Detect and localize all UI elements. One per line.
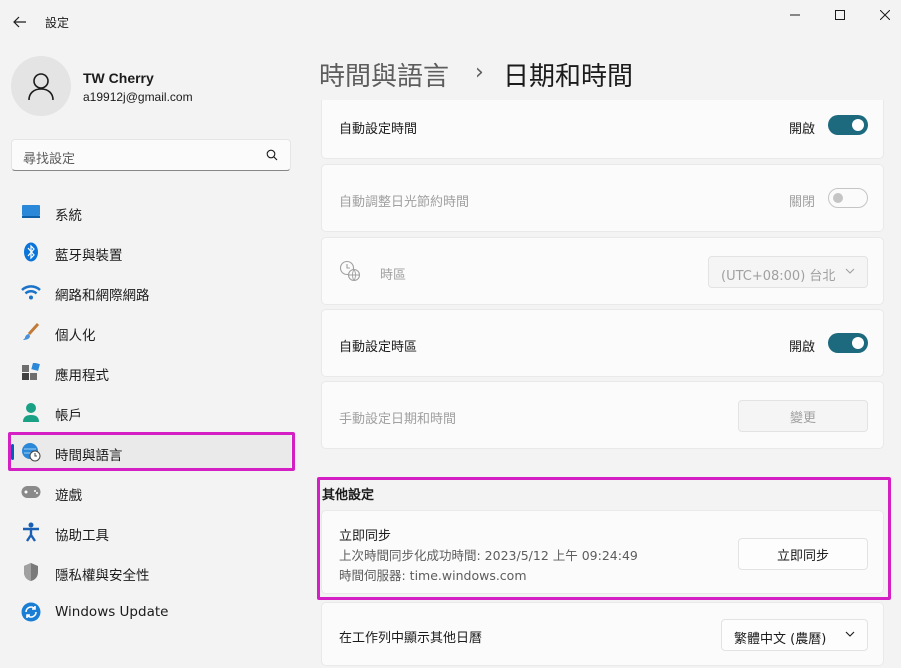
setting-label: 自動設定時區 — [339, 340, 418, 355]
nav-highlight-box — [8, 432, 295, 471]
sidebar-item-label: 網路和網際網路 — [55, 288, 150, 304]
sidebar-item-privacy[interactable]: 隱私權與安全性 — [11, 554, 291, 590]
minimize-icon — [790, 14, 800, 16]
search-box[interactable]: 尋找設定 — [11, 139, 291, 171]
sidebar-item-label: 個人化 — [55, 328, 96, 344]
close-button[interactable] — [862, 0, 901, 30]
chevron-down-icon — [845, 268, 855, 274]
apps-icon — [21, 362, 41, 382]
maximize-icon — [835, 10, 845, 20]
toggle-state: 關閉 — [789, 195, 816, 210]
breadcrumb-separator: › — [475, 60, 484, 85]
user-name: TW Cherry — [83, 70, 154, 86]
close-icon — [880, 10, 890, 20]
toggle-state: 開啟 — [789, 340, 816, 355]
sidebar-item-bluetooth[interactable]: 藍牙與裝置 — [11, 234, 291, 270]
user-email: a19912j@gmail.com — [83, 90, 193, 104]
maximize-button[interactable] — [817, 0, 863, 30]
sidebar-item-windows-update[interactable]: Windows Update — [11, 594, 291, 630]
auto-timezone-toggle[interactable] — [828, 333, 868, 353]
sidebar-item-apps[interactable]: 應用程式 — [11, 354, 291, 390]
setting-label: 時區 — [380, 268, 407, 283]
timezone-globe-icon — [339, 260, 361, 282]
dropdown-value: (UTC+08:00) 台北 — [721, 269, 836, 284]
sidebar-item-label: 隱私權與安全性 — [55, 568, 150, 584]
person-icon — [28, 73, 54, 101]
setting-label: 在工作列中顯示其他日曆 — [339, 631, 483, 646]
gamepad-icon — [21, 482, 41, 502]
breadcrumb-parent[interactable]: 時間與語言 — [319, 56, 449, 93]
dst-toggle[interactable] — [828, 188, 868, 208]
shield-icon — [21, 562, 41, 582]
arrow-left-icon — [13, 16, 26, 28]
setting-label: 手動設定日期和時間 — [339, 412, 457, 427]
back-button[interactable] — [8, 8, 32, 36]
sidebar-item-label: 帳戶 — [55, 408, 82, 424]
calendar-dropdown[interactable]: 繁體中文 (農曆) — [721, 619, 868, 651]
sidebar-item-label: 遊戲 — [55, 488, 82, 504]
setting-auto-timezone: 自動設定時區 開啟 — [321, 309, 884, 377]
sidebar-item-label: 系統 — [55, 208, 82, 224]
chevron-down-icon — [845, 631, 855, 637]
sidebar-item-accessibility[interactable]: 協助工具 — [11, 514, 291, 550]
search-icon — [266, 149, 278, 161]
sidebar-item-accounts[interactable]: 帳戶 — [11, 394, 291, 430]
sidebar-item-network[interactable]: 網路和網際網路 — [11, 274, 291, 310]
accessibility-icon — [21, 522, 41, 542]
page-title: 日期和時間 — [503, 62, 634, 92]
app-title: 設定 — [45, 16, 70, 30]
dropdown-value: 繁體中文 (農曆) — [734, 632, 827, 647]
toggle-state: 開啟 — [789, 122, 816, 137]
sidebar-item-label: 應用程式 — [55, 368, 109, 384]
setting-label: 自動設定時間 — [339, 122, 418, 137]
monitor-icon — [21, 202, 41, 222]
title-bar: 設定 — [0, 0, 901, 44]
setting-label: 自動調整日光節約時間 — [339, 195, 470, 210]
setting-calendar: 在工作列中顯示其他日曆 繁體中文 (農曆) — [321, 602, 884, 666]
setting-timezone: 時區 (UTC+08:00) 台北 — [321, 237, 884, 305]
sidebar-item-label: 協助工具 — [55, 528, 109, 544]
bluetooth-icon — [21, 242, 41, 262]
wifi-icon — [21, 282, 41, 302]
setting-manual-datetime: 手動設定日期和時間 變更 — [321, 381, 884, 449]
brush-icon — [21, 322, 41, 342]
avatar[interactable] — [11, 56, 71, 116]
setting-auto-time: 自動設定時間 開啟 — [321, 100, 884, 159]
setting-dst: 自動調整日光節約時間 關閉 — [321, 164, 884, 232]
auto-time-toggle[interactable] — [828, 115, 868, 135]
timezone-dropdown[interactable]: (UTC+08:00) 台北 — [708, 256, 868, 288]
sidebar-item-personalization[interactable]: 個人化 — [11, 314, 291, 350]
minimize-button[interactable] — [772, 0, 818, 30]
sidebar-item-gaming[interactable]: 遊戲 — [11, 474, 291, 510]
sidebar-item-label: Windows Update — [55, 604, 169, 620]
person-icon — [21, 402, 41, 422]
change-button[interactable]: 變更 — [738, 400, 868, 432]
update-icon — [21, 602, 41, 622]
search-input[interactable]: 尋找設定 — [23, 148, 75, 167]
sidebar-item-label: 藍牙與裝置 — [55, 248, 123, 264]
section-highlight-box — [317, 477, 891, 600]
sidebar-item-system[interactable]: 系統 — [11, 194, 291, 230]
